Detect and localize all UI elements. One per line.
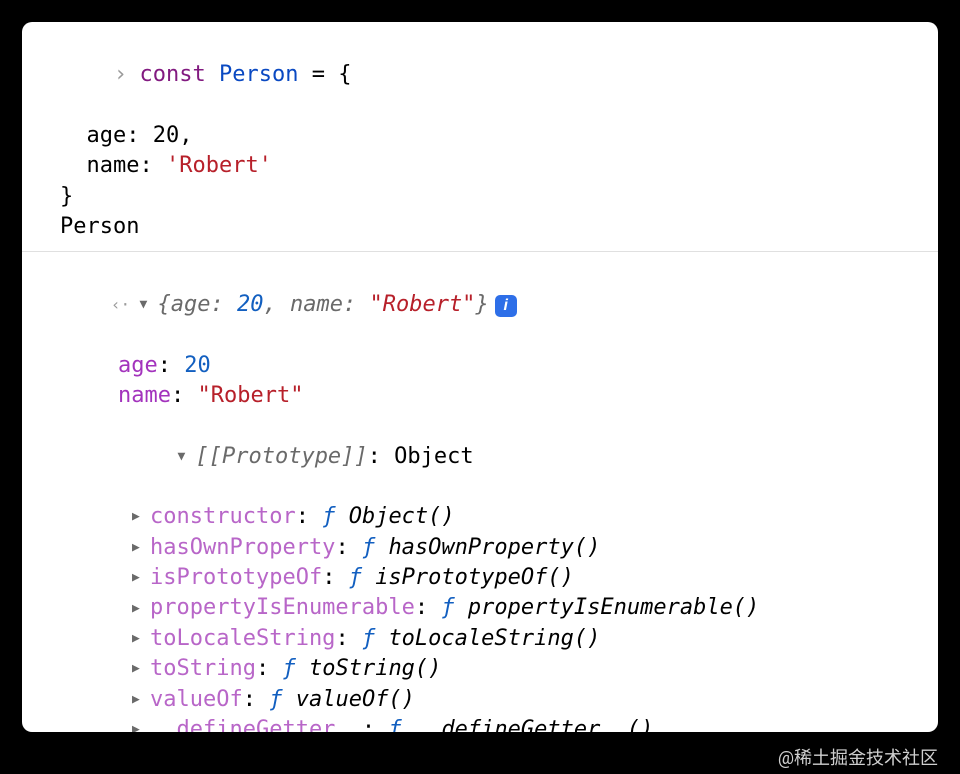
object-property-row[interactable]: age: 20 [22,351,938,381]
prototype-method-row[interactable]: ▶toString: ƒ toString() [22,654,938,684]
summary-close: } [475,292,488,317]
code-string: 'Robert' [166,153,272,178]
expand-toggle-icon[interactable]: ▶ [132,691,150,709]
property-key: __defineGetter__ [150,717,362,732]
expand-toggle-icon[interactable]: ▶ [132,508,150,526]
prototype-method-row[interactable]: ▶isPrototypeOf: ƒ isPrototypeOf() [22,563,938,593]
summary-key: name [290,292,343,317]
summary-value: 20 [237,292,264,317]
prototype-method-row[interactable]: ▶hasOwnProperty: ƒ hasOwnProperty() [22,533,938,563]
summary-open: { [157,292,170,317]
function-signature: toString() [309,656,441,681]
code-text: name: [60,153,166,178]
devtools-console-panel: ›const Person = { age: 20, name: 'Robert… [22,22,938,732]
code-text: age: 20, [60,123,192,148]
prototype-method-row[interactable]: ▶toLocaleString: ƒ toLocaleString() [22,624,938,654]
expand-toggle-icon[interactable]: ▶ [132,569,150,587]
function-signature: propertyIsEnumerable() [468,595,759,620]
function-glyph-icon: ƒ [269,687,282,712]
property-key: valueOf [150,687,243,712]
property-key: toLocaleString [150,626,335,651]
function-glyph-icon: ƒ [441,595,454,620]
prototype-value: Object [394,444,473,469]
expand-toggle-icon[interactable]: ▶ [132,660,150,678]
summary-key: age [171,292,211,317]
console-output-block: ‹·▼{age: 20, name: "Robert"}i age: 20nam… [22,252,938,732]
function-glyph-icon: ƒ [362,626,375,651]
function-signature: Object() [349,504,455,529]
function-glyph-icon: ƒ [388,717,401,732]
input-prompt-icon: › [101,60,139,90]
property-key: name [118,383,171,408]
property-value: 20 [184,353,211,378]
function-glyph-icon: ƒ [362,535,375,560]
prototype-method-row[interactable]: ▶propertyIsEnumerable: ƒ propertyIsEnume… [22,593,938,623]
expand-toggle-icon[interactable]: ▶ [132,721,150,732]
expand-toggle-icon[interactable]: ▼ [139,296,157,314]
property-key: isPrototypeOf [150,565,322,590]
function-signature: isPrototypeOf() [375,565,574,590]
property-key: age [118,353,158,378]
code-text: } [60,184,73,209]
function-glyph-icon: ƒ [349,565,362,590]
property-key: toString [150,656,256,681]
summary-value: "Robert" [369,292,475,317]
function-signature: valueOf() [296,687,415,712]
watermark: @稀土掘金技术社区 [778,744,938,770]
expand-toggle-icon[interactable]: ▼ [177,448,195,466]
function-glyph-icon: ƒ [322,504,335,529]
code-keyword: const [139,62,205,87]
prototype-method-row[interactable]: ▶constructor: ƒ Object() [22,502,938,532]
object-property-row[interactable]: name: "Robert" [22,381,938,411]
function-signature: hasOwnProperty() [388,535,600,560]
expand-toggle-icon[interactable]: ▶ [132,600,150,618]
function-glyph-icon: ƒ [282,656,295,681]
code-text: Person [60,214,139,239]
prototype-label: [[Prototype]] [195,444,367,469]
code-identifier: Person [219,62,298,87]
prototype-method-row[interactable]: ▶valueOf: ƒ valueOf() [22,685,938,715]
function-signature: __defineGetter__() [415,717,653,732]
expand-toggle-icon[interactable]: ▶ [132,630,150,648]
output-marker-icon: ‹· [101,290,139,316]
property-key: constructor [150,504,296,529]
property-key: propertyIsEnumerable [150,595,415,620]
code-text: = { [298,62,351,87]
property-key: hasOwnProperty [150,535,335,560]
prototype-method-row[interactable]: ▶__defineGetter__: ƒ __defineGetter__() [22,715,938,732]
console-input-block[interactable]: ›const Person = { age: 20, name: 'Robert… [22,22,938,252]
expand-toggle-icon[interactable]: ▶ [132,539,150,557]
property-value: "Robert" [197,383,303,408]
info-icon[interactable]: i [495,295,517,317]
function-signature: toLocaleString() [388,626,600,651]
